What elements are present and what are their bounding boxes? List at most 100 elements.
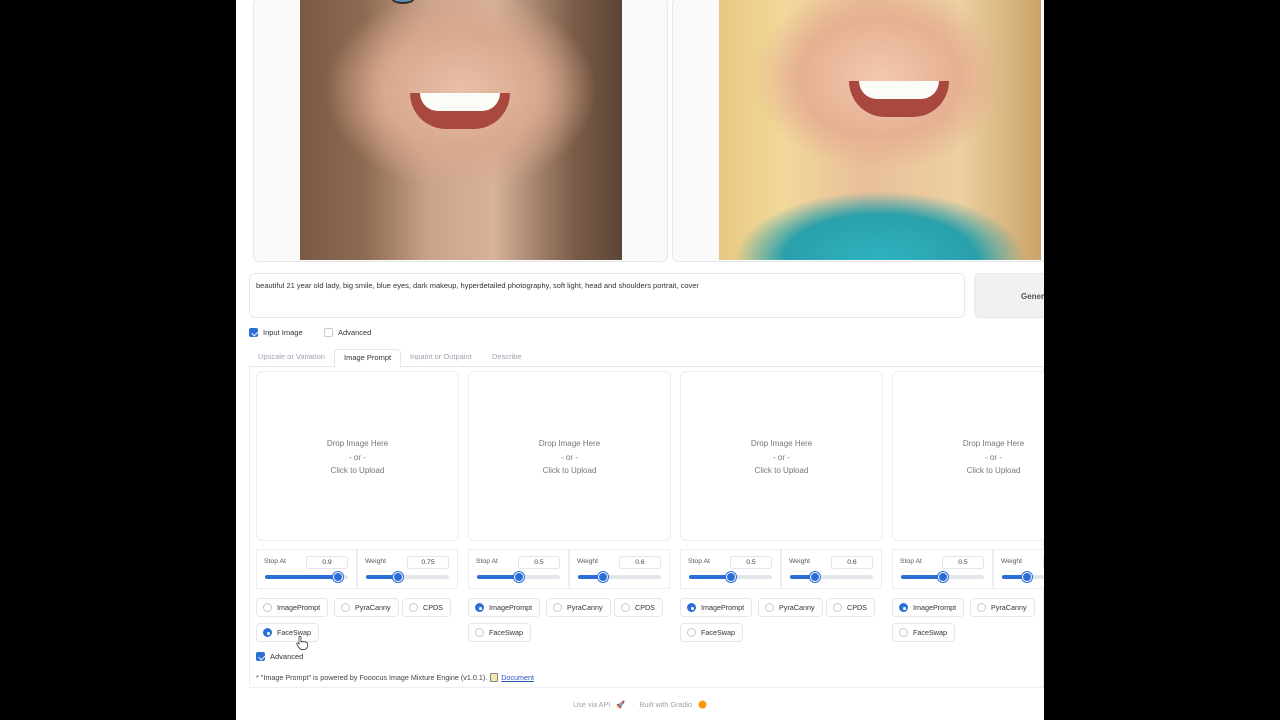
radio-selected-icon (899, 603, 908, 612)
radio-imageprompt-2[interactable]: ImagePrompt (468, 598, 541, 617)
slider-track[interactable] (477, 572, 560, 582)
slider-thumb[interactable] (333, 572, 344, 582)
slider-thumb[interactable] (597, 572, 608, 582)
click-to-upload-text: Click to Upload (754, 466, 809, 475)
stop-at-value[interactable]: 0.5 (730, 556, 772, 569)
radio-pyracanny-1[interactable]: PyraCanny (334, 598, 399, 617)
built-with-gradio-link[interactable]: Built with Gradio (640, 700, 692, 709)
or-text: - or - (349, 452, 366, 462)
image-upload-2[interactable]: Drop Image Here - or - Click to Upload (468, 371, 671, 541)
radio-label: PyraCanny (991, 603, 1027, 612)
slider-track[interactable] (689, 572, 772, 582)
radio-label: FaceSwap (701, 628, 735, 637)
slider-track[interactable] (578, 572, 661, 582)
radio-label: ImagePrompt (489, 603, 533, 612)
radio-icon (263, 603, 272, 612)
radio-pyracanny-2[interactable]: PyraCanny (546, 598, 611, 617)
radio-label: CPDS (423, 603, 443, 612)
hand-cursor-icon (296, 636, 308, 650)
slider-thumb[interactable] (513, 572, 524, 582)
tab-describe[interactable]: Describe (483, 349, 531, 367)
radio-label: FaceSwap (913, 628, 947, 637)
footer: Use via API 🚀 · Built with Gradio 🟠 (236, 700, 1044, 709)
radio-pyracanny-4[interactable]: PyraCanny (970, 598, 1035, 617)
input-image-checkbox[interactable]: Input Image (249, 328, 303, 337)
slider-track[interactable] (1002, 572, 1044, 582)
slider-track[interactable] (366, 572, 449, 582)
slider-thumb[interactable] (725, 572, 736, 582)
checkbox-unchecked-icon (324, 328, 333, 337)
app-window: beautiful 21 year old lady, big smile, b… (236, 0, 1044, 720)
stop-at-value[interactable]: 0.9 (306, 556, 348, 569)
radio-label: PyraCanny (567, 603, 603, 612)
stop-at-value[interactable]: 0.5 (518, 556, 560, 569)
slider-thumb[interactable] (937, 572, 948, 582)
advanced-checkbox-bottom[interactable]: Advanced (256, 652, 303, 661)
slider-track[interactable] (265, 572, 348, 582)
radio-label: ImagePrompt (701, 603, 745, 612)
slider-thumb[interactable] (392, 572, 403, 582)
radio-cpds-2[interactable]: CPDS (614, 598, 663, 617)
document-link[interactable]: Document (501, 673, 534, 682)
weight-value[interactable]: 0.75 (407, 556, 449, 569)
radio-cpds-1[interactable]: CPDS (402, 598, 451, 617)
stop-at-slider-2[interactable]: Stop At 0.5 (468, 549, 569, 589)
radio-label: PyraCanny (355, 603, 391, 612)
slider-thumb[interactable] (809, 572, 820, 582)
radio-faceswap-2[interactable]: FaceSwap (468, 623, 531, 642)
prompt-textarea[interactable]: beautiful 21 year old lady, big smile, b… (249, 273, 965, 318)
footer-separator: · (631, 700, 634, 709)
advanced-checkbox-top[interactable]: Advanced (324, 328, 371, 337)
tab-bar: Upscale or Variation Image Prompt Inpain… (249, 347, 1044, 368)
advanced-label: Advanced (270, 652, 304, 661)
click-to-upload-text: Click to Upload (966, 466, 1021, 475)
slider-track[interactable] (901, 572, 984, 582)
stop-at-label: Stop At (688, 558, 710, 565)
radio-faceswap-1[interactable]: FaceSwap (256, 623, 319, 642)
radio-icon (553, 603, 562, 612)
radio-imageprompt-4[interactable]: ImagePrompt (892, 598, 965, 617)
stop-at-value[interactable]: 0.5 (942, 556, 984, 569)
input-image-label: Input Image (263, 328, 303, 337)
weight-slider-1[interactable]: Weight 0.75 (357, 549, 458, 589)
radio-pyracanny-3[interactable]: PyraCanny (758, 598, 823, 617)
gallery-image-1[interactable] (253, 0, 668, 262)
drop-image-text: Drop Image Here (962, 439, 1025, 448)
or-text: - or - (773, 452, 790, 462)
radio-imageprompt-3[interactable]: ImagePrompt (680, 598, 753, 617)
weight-slider-2[interactable]: Weight 0.6 (569, 549, 670, 589)
weight-label: Weight (365, 558, 387, 565)
drop-image-text: Drop Image Here (538, 439, 601, 448)
image-upload-1[interactable]: Drop Image Here - or - Click to Upload (256, 371, 459, 541)
weight-slider-4[interactable]: Weight (993, 549, 1044, 589)
click-to-upload-text: Click to Upload (542, 466, 597, 475)
image-upload-4[interactable]: Drop Image Here - or - Click to Upload (892, 371, 1044, 541)
radio-cpds-3[interactable]: CPDS (826, 598, 875, 617)
generate-button[interactable]: Gener (974, 273, 1044, 318)
use-via-api-link[interactable]: Use via API (573, 700, 610, 709)
stop-at-slider-3[interactable]: Stop At 0.5 (680, 549, 781, 589)
gallery-image-2[interactable] (672, 0, 1044, 262)
weight-value[interactable]: 0.6 (619, 556, 661, 569)
radio-faceswap-3[interactable]: FaceSwap (680, 623, 743, 642)
document-icon (490, 673, 499, 682)
stop-at-label: Stop At (900, 558, 922, 565)
stop-at-slider-4[interactable]: Stop At 0.5 (892, 549, 993, 589)
stop-at-slider-1[interactable]: Stop At 0.9 (256, 549, 357, 589)
advanced-label: Advanced (338, 328, 372, 337)
slider-track[interactable] (790, 572, 873, 582)
tab-inpaint-or-outpaint[interactable]: Inpaint or Outpaint (401, 349, 481, 367)
checkbox-checked-icon (256, 652, 265, 661)
tab-upscale-or-variation[interactable]: Upscale or Variation (249, 349, 334, 367)
weight-value[interactable]: 0.6 (831, 556, 873, 569)
weight-value[interactable] (1043, 556, 1044, 569)
radio-faceswap-4[interactable]: FaceSwap (892, 623, 955, 642)
radio-imageprompt-1[interactable]: ImagePrompt (256, 598, 329, 617)
radio-selected-icon (687, 603, 696, 612)
rocket-icon: 🚀 (616, 700, 626, 709)
weight-slider-3[interactable]: Weight 0.6 (781, 549, 882, 589)
slider-thumb[interactable] (1021, 572, 1032, 582)
image-prompt-note: * "Image Prompt" is powered by Fooocus I… (256, 673, 534, 682)
image-upload-3[interactable]: Drop Image Here - or - Click to Upload (680, 371, 883, 541)
radio-icon (341, 603, 350, 612)
